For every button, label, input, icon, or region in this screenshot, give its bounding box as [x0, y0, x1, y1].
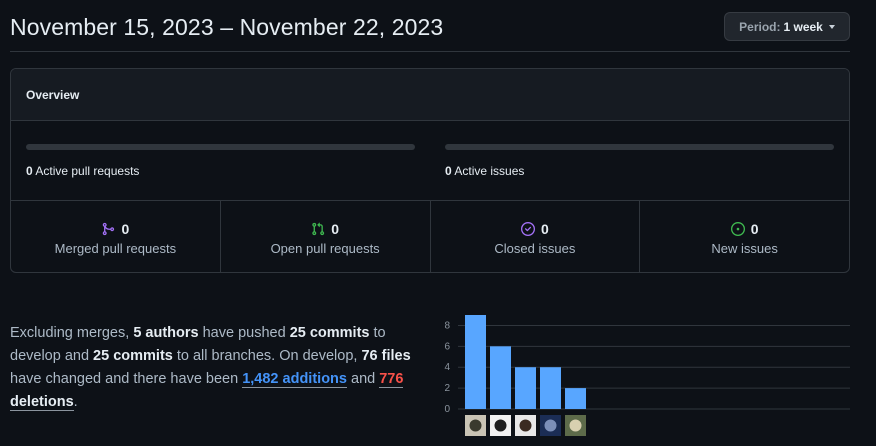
summary-text: have pushed	[198, 325, 290, 341]
y-tick-label: 4	[444, 362, 450, 373]
chart-bar[interactable]	[490, 346, 511, 409]
chart-bar[interactable]	[540, 367, 561, 409]
summary-text: have changed and there have been	[10, 371, 243, 387]
summary-text: .	[73, 394, 78, 410]
issue-closed-icon	[520, 222, 535, 236]
stat-merged-pull-requests[interactable]: 0 Merged pull requests	[11, 201, 221, 272]
commit-summary: Excluding merges, 5 authors have pushed …	[10, 322, 430, 414]
period-value: 1 week	[783, 19, 823, 34]
closed-issues-count: 0	[540, 221, 549, 237]
stat-new-issues[interactable]: 0 New issues	[640, 201, 849, 272]
merged-pull-requests-label: Merged pull requests	[54, 241, 177, 256]
active-issues: 0 Active issues	[445, 144, 834, 178]
overview-heading: Overview	[11, 69, 849, 121]
additions-count: 1,482	[242, 371, 279, 387]
active-pull-requests-label[interactable]: Active pull requests	[35, 164, 139, 178]
caret-down-icon	[828, 25, 835, 29]
authors-count: 5 authors	[133, 325, 199, 341]
author-avatar[interactable]	[540, 415, 561, 436]
summary-text: and	[346, 371, 380, 387]
chart-bar[interactable]	[465, 315, 486, 409]
merged-pull-requests-count: 0	[121, 221, 130, 237]
active-issues-count: 0	[445, 164, 452, 178]
commits-by-author-chart: 0 2 4 6 8	[444, 315, 850, 436]
new-issues-label: New issues	[711, 241, 778, 256]
commits-develop-count: 25 commits	[289, 325, 370, 341]
author-avatar[interactable]	[565, 415, 586, 436]
page-header: November 15, 2023 – November 22, 2023 Pe…	[10, 12, 850, 52]
issue-opened-icon	[730, 222, 745, 236]
y-tick-label: 8	[444, 320, 450, 331]
summary-text: to all branches. On develop,	[172, 348, 362, 364]
active-pull-requests: 0 Active pull requests	[26, 144, 415, 178]
active-pull-requests-bar	[26, 144, 415, 150]
period-label: Period:	[739, 19, 781, 34]
chart-bar[interactable]	[565, 388, 586, 409]
overview-panel: Overview 0 Active pull requests 0 Active…	[10, 68, 850, 273]
stat-closed-issues[interactable]: 0 Closed issues	[431, 201, 641, 272]
additions-word: additions	[278, 371, 347, 387]
chart-bar[interactable]	[515, 367, 536, 409]
y-tick-label: 2	[444, 383, 450, 394]
author-avatar[interactable]	[490, 415, 511, 436]
git-merge-icon	[101, 222, 115, 236]
active-issues-bar	[445, 144, 834, 150]
commits-all-count: 25 commits	[93, 348, 173, 364]
period-dropdown-button[interactable]: Period: 1 week	[724, 12, 850, 41]
git-pull-request-icon	[311, 222, 325, 236]
y-tick-label: 6	[444, 341, 450, 352]
author-avatar[interactable]	[465, 415, 486, 436]
stats-row: 0 Merged pull requests 0 Open pull reque…	[11, 201, 849, 272]
new-issues-count: 0	[750, 221, 759, 237]
deletions-count: 776	[379, 371, 404, 387]
date-range-title: November 15, 2023 – November 22, 2023	[10, 14, 444, 40]
active-pull-requests-count: 0	[26, 164, 33, 178]
author-avatar[interactable]	[515, 415, 536, 436]
active-issues-label[interactable]: Active issues	[454, 164, 524, 178]
y-tick-label: 0	[444, 404, 450, 415]
stat-open-pull-requests[interactable]: 0 Open pull requests	[221, 201, 431, 272]
deletions-word: deletions	[10, 394, 74, 410]
closed-issues-label: Closed issues	[494, 241, 576, 256]
summary-text: Excluding merges,	[10, 325, 134, 341]
active-row: 0 Active pull requests 0 Active issues	[11, 121, 849, 201]
additions-link[interactable]: 1,482 additions	[242, 371, 347, 388]
open-pull-requests-count: 0	[331, 221, 340, 237]
open-pull-requests-label: Open pull requests	[270, 241, 380, 256]
files-changed-count: 76 files	[361, 348, 411, 364]
